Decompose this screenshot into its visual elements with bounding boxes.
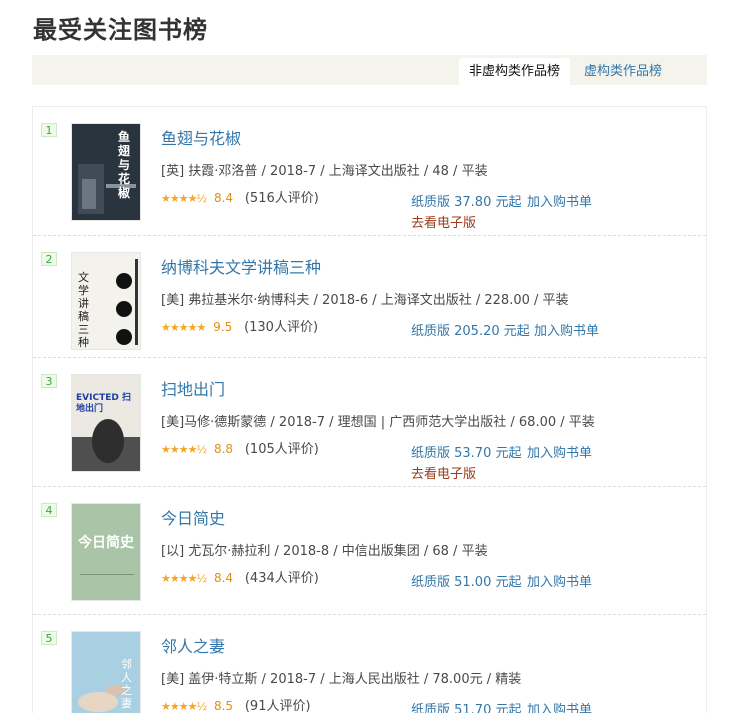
book-title-link[interactable]: 扫地出门 xyxy=(161,376,225,400)
list-item: 4 今日简史 今日简史 [以] 尤瓦尔·赫拉利 / 2018-8 / 中信出版集… xyxy=(33,487,706,615)
book-meta: [美]马修·德斯蒙德 / 2018-7 / 理想国 | 广西师范大学出版社 / … xyxy=(161,415,595,430)
tab-fiction[interactable]: 虚构类作品榜 xyxy=(574,58,672,85)
book-cover[interactable]: 文学讲稿三种 xyxy=(71,252,141,350)
list-item: 3 EVICTED 扫地出门 扫地出门 [美]马修·德斯蒙德 / 2018-7 … xyxy=(33,358,706,487)
rating-votes: (105人评价) xyxy=(244,442,319,457)
rating-score: 8.4 xyxy=(213,191,234,205)
rating: ★★★★½ 8.4 (434人评价) xyxy=(161,567,319,586)
ebook-link[interactable]: 去看电子版 xyxy=(411,463,476,482)
list-item: 2 文学讲稿三种 纳博科夫文学讲稿三种 [美] 弗拉基米尔·纳博科夫 / 201… xyxy=(33,236,706,358)
rank-badge: 1 xyxy=(41,123,57,137)
star-rating-icon: ★★★★★ xyxy=(161,321,206,334)
cover-title: 今日简史 xyxy=(78,535,134,551)
rating-votes: (91人评价) xyxy=(244,699,311,713)
book-title-link[interactable]: 邻人之妻 xyxy=(161,633,225,657)
paper-price-link[interactable]: 纸质版 51.00 元起 xyxy=(411,571,521,590)
page-title: 最受关注图书榜 xyxy=(33,16,208,44)
paper-price-link[interactable]: 纸质版 205.20 元起 xyxy=(411,320,530,339)
star-rating-icon: ★★★★½ xyxy=(161,192,207,205)
star-rating-icon: ★★★★½ xyxy=(161,572,207,585)
rank-badge: 2 xyxy=(41,252,57,266)
cover-title: 鱼翅与花椒 xyxy=(118,130,131,200)
book-meta: [以] 尤瓦尔·赫拉利 / 2018-8 / 中信出版集团 / 68 / 平装 xyxy=(161,544,488,559)
cover-divider xyxy=(80,574,134,586)
rank-badge: 5 xyxy=(41,631,57,645)
tab-nonfiction[interactable]: 非虚构类作品榜 xyxy=(459,58,571,85)
book-meta: [英] 扶霞·邓洛普 / 2018-7 / 上海译文出版社 / 48 / 平装 xyxy=(161,164,488,179)
star-rating-icon: ★★★★½ xyxy=(161,700,207,713)
rating: ★★★★½ 8.5 (91人评价) xyxy=(161,695,311,713)
rating-score: 8.5 xyxy=(213,699,234,713)
rating-score: 9.5 xyxy=(213,320,233,334)
paper-price-link[interactable]: 纸质版 53.70 元起 xyxy=(411,442,521,461)
add-to-cart-link[interactable]: 加入购书单 xyxy=(527,191,592,210)
rating: ★★★★★ 9.5 (130人评价) xyxy=(161,316,318,335)
book-title-link[interactable]: 今日简史 xyxy=(161,505,225,529)
book-cover[interactable]: 邻人之妻 xyxy=(71,631,141,713)
rating-votes: (130人评价) xyxy=(244,320,319,335)
paper-price-link[interactable]: 纸质版 37.80 元起 xyxy=(411,191,521,210)
add-to-cart-link[interactable]: 加入购书单 xyxy=(527,699,592,713)
book-cover[interactable]: EVICTED 扫地出门 xyxy=(71,374,141,472)
ebook-link[interactable]: 去看电子版 xyxy=(411,212,476,231)
book-title-link[interactable]: 纳博科夫文学讲稿三种 xyxy=(161,254,321,278)
cover-title: 邻人之妻 xyxy=(121,658,132,710)
cover-title: 文学讲稿三种 xyxy=(78,271,89,349)
rating: ★★★★½ 8.8 (105人评价) xyxy=(161,438,319,457)
rating: ★★★★½ 8.4 (516人评价) xyxy=(161,187,319,206)
add-to-cart-link[interactable]: 加入购书单 xyxy=(534,320,599,339)
book-meta: [美] 弗拉基米尔·纳博科夫 / 2018-6 / 上海译文出版社 / 228.… xyxy=(161,293,569,308)
paper-price-link[interactable]: 纸质版 51.70 元起 xyxy=(411,699,521,713)
list-item: 1 鱼翅与花椒 鱼翅与花椒 [英] 扶霞·邓洛普 / 2018-7 / 上海译文… xyxy=(33,107,706,236)
star-rating-icon: ★★★★½ xyxy=(161,443,207,456)
cover-title: EVICTED 扫地出门 xyxy=(76,393,131,414)
book-title-link[interactable]: 鱼翅与花椒 xyxy=(161,125,241,149)
rating-score: 8.8 xyxy=(213,442,234,456)
add-to-cart-link[interactable]: 加入购书单 xyxy=(527,571,592,590)
rating-votes: (434人评价) xyxy=(244,571,319,586)
rank-badge: 4 xyxy=(41,503,57,517)
tab-bar: 非虚构类作品榜 虚构类作品榜 xyxy=(32,55,707,85)
book-list: 1 鱼翅与花椒 鱼翅与花椒 [英] 扶霞·邓洛普 / 2018-7 / 上海译文… xyxy=(32,106,707,713)
rank-badge: 3 xyxy=(41,374,57,388)
book-cover[interactable]: 鱼翅与花椒 xyxy=(71,123,141,221)
book-meta: [美] 盖伊·特立斯 / 2018-7 / 上海人民出版社 / 78.00元 /… xyxy=(161,672,522,687)
book-cover[interactable]: 今日简史 xyxy=(71,503,141,601)
add-to-cart-link[interactable]: 加入购书单 xyxy=(527,442,592,461)
rating-votes: (516人评价) xyxy=(244,191,319,206)
list-item: 5 邻人之妻 邻人之妻 [美] 盖伊·特立斯 / 2018-7 / 上海人民出版… xyxy=(33,615,706,713)
rating-score: 8.4 xyxy=(213,571,234,585)
